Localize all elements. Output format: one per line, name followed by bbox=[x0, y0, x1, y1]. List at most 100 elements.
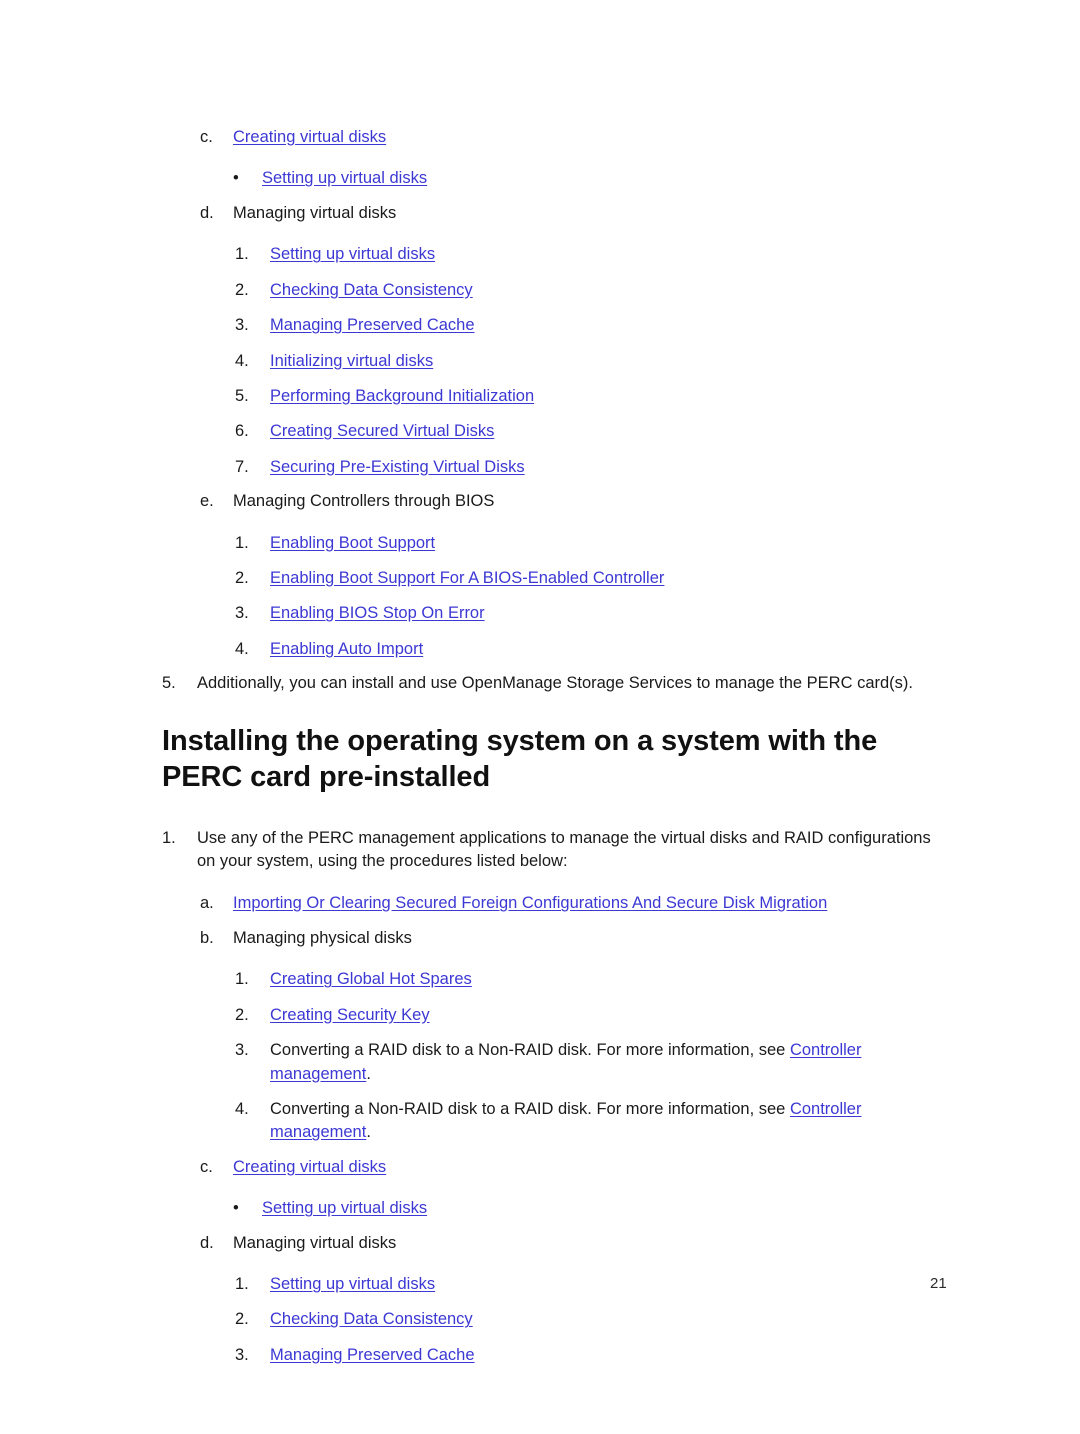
bullet-icon: • bbox=[233, 1199, 239, 1218]
bullet-icon: • bbox=[233, 169, 239, 188]
list-marker: 6. bbox=[235, 422, 249, 441]
list-marker: 1. bbox=[235, 245, 249, 264]
page-title: Installing the operating system on a sys… bbox=[162, 725, 878, 793]
list-marker: 4. bbox=[235, 1099, 249, 1118]
list-marker: 2. bbox=[235, 280, 249, 299]
list-item: 3. Managing Preserved Cache bbox=[235, 1344, 952, 1367]
list-marker: 3. bbox=[235, 316, 249, 335]
list-item-text-suffix: . bbox=[366, 1064, 371, 1083]
link-checking-data-consistency[interactable]: Checking Data Consistency bbox=[270, 1310, 473, 1328]
list-item: e. Managing Controllers through BIOS bbox=[200, 490, 952, 513]
link-managing-preserved-cache[interactable]: Managing Preserved Cache bbox=[270, 316, 475, 334]
list-marker: d. bbox=[200, 203, 214, 222]
link-initializing-virtual-disks[interactable]: Initializing virtual disks bbox=[270, 352, 433, 370]
list-item: 1. Use any of the PERC management applic… bbox=[162, 827, 952, 875]
link-creating-security-key[interactable]: Creating Security Key bbox=[270, 1006, 430, 1024]
list-marker: d. bbox=[200, 1233, 214, 1252]
list-item-label: Managing physical disks bbox=[233, 928, 412, 947]
list-marker: 3. bbox=[235, 1345, 249, 1364]
link-enabling-auto-import[interactable]: Enabling Auto Import bbox=[270, 640, 423, 658]
list-marker: 3. bbox=[235, 604, 249, 623]
list-item: 3. Enabling BIOS Stop On Error bbox=[235, 602, 952, 625]
link-setting-up-virtual-disks[interactable]: Setting up virtual disks bbox=[270, 1275, 435, 1293]
list-item: 7. Securing Pre-Existing Virtual Disks bbox=[235, 456, 952, 479]
link-performing-background-initialization[interactable]: Performing Background Initialization bbox=[270, 387, 534, 405]
list-item: 1. Creating Global Hot Spares bbox=[235, 968, 952, 991]
page-content: c. Creating virtual disks • Setting up v… bbox=[162, 126, 952, 1367]
list-item-text: Additionally, you can install and use Op… bbox=[197, 674, 914, 693]
list-item: b. Managing physical disks bbox=[200, 927, 952, 950]
link-checking-data-consistency[interactable]: Checking Data Consistency bbox=[270, 281, 473, 299]
link-creating-virtual-disks[interactable]: Creating virtual disks bbox=[233, 128, 386, 146]
link-enabling-bios-stop-on-error[interactable]: Enabling BIOS Stop On Error bbox=[270, 604, 485, 622]
list-item: 1. Setting up virtual disks bbox=[235, 243, 952, 266]
list-item: 3. Converting a RAID disk to a Non-RAID … bbox=[235, 1039, 952, 1086]
list-item: 5. Additionally, you can install and use… bbox=[162, 672, 952, 696]
link-enabling-boot-support[interactable]: Enabling Boot Support bbox=[270, 534, 435, 552]
link-importing-or-clearing-secured-foreign-configurations[interactable]: Importing Or Clearing Secured Foreign Co… bbox=[233, 894, 827, 912]
list-item: a. Importing Or Clearing Secured Foreign… bbox=[200, 892, 952, 915]
list-marker: c. bbox=[200, 1157, 213, 1176]
list-item-label: Managing Controllers through BIOS bbox=[233, 492, 495, 511]
link-creating-secured-virtual-disks[interactable]: Creating Secured Virtual Disks bbox=[270, 422, 494, 440]
link-securing-pre-existing-virtual-disks[interactable]: Securing Pre-Existing Virtual Disks bbox=[270, 458, 525, 476]
list-item: • Setting up virtual disks bbox=[233, 167, 952, 190]
link-managing-preserved-cache[interactable]: Managing Preserved Cache bbox=[270, 1346, 475, 1364]
link-enabling-boot-support-bios-enabled-controller[interactable]: Enabling Boot Support For A BIOS-Enabled… bbox=[270, 569, 664, 587]
list-marker: 7. bbox=[235, 457, 249, 476]
list-marker: 1. bbox=[235, 1275, 249, 1294]
list-item: 1. Enabling Boot Support bbox=[235, 532, 952, 555]
list-item: 2. Checking Data Consistency bbox=[235, 1308, 952, 1331]
list-marker: 4. bbox=[235, 639, 249, 658]
list-item: 2. Enabling Boot Support For A BIOS-Enab… bbox=[235, 567, 952, 590]
list-item: d. Managing virtual disks bbox=[200, 1232, 952, 1255]
list-marker: c. bbox=[200, 128, 213, 146]
list-marker: a. bbox=[200, 894, 214, 913]
list-marker: 1. bbox=[235, 533, 249, 552]
list-item: 2. Checking Data Consistency bbox=[235, 279, 952, 302]
document-page: c. Creating virtual disks • Setting up v… bbox=[0, 0, 1080, 1434]
list-item-text: Converting a Non-RAID disk to a RAID dis… bbox=[270, 1099, 790, 1118]
list-item: c. Creating virtual disks bbox=[200, 126, 952, 149]
list-item-text: Converting a RAID disk to a Non-RAID dis… bbox=[270, 1041, 790, 1060]
link-creating-global-hot-spares[interactable]: Creating Global Hot Spares bbox=[270, 970, 472, 988]
list-marker: 1. bbox=[235, 970, 249, 989]
list-item: 5. Performing Background Initialization bbox=[235, 385, 952, 408]
list-marker: 2. bbox=[235, 1005, 249, 1024]
link-setting-up-virtual-disks[interactable]: Setting up virtual disks bbox=[262, 169, 427, 187]
list-item-label: Managing virtual disks bbox=[233, 1233, 397, 1252]
list-item: 4. Converting a Non-RAID disk to a RAID … bbox=[235, 1098, 952, 1145]
link-creating-virtual-disks[interactable]: Creating virtual disks bbox=[233, 1158, 386, 1176]
list-marker: 4. bbox=[235, 351, 249, 370]
page-number: 21 bbox=[930, 1275, 947, 1292]
list-item: 6. Creating Secured Virtual Disks bbox=[235, 420, 952, 443]
list-item: d. Managing virtual disks bbox=[200, 202, 952, 225]
list-item: 4. Initializing virtual disks bbox=[235, 350, 952, 373]
list-marker: 3. bbox=[235, 1041, 249, 1060]
list-item-text: Use any of the PERC management applicati… bbox=[197, 828, 931, 871]
link-setting-up-virtual-disks[interactable]: Setting up virtual disks bbox=[270, 245, 435, 263]
top-outline-block: c. Creating virtual disks • Setting up v… bbox=[162, 126, 952, 696]
link-setting-up-virtual-disks[interactable]: Setting up virtual disks bbox=[262, 1199, 427, 1217]
